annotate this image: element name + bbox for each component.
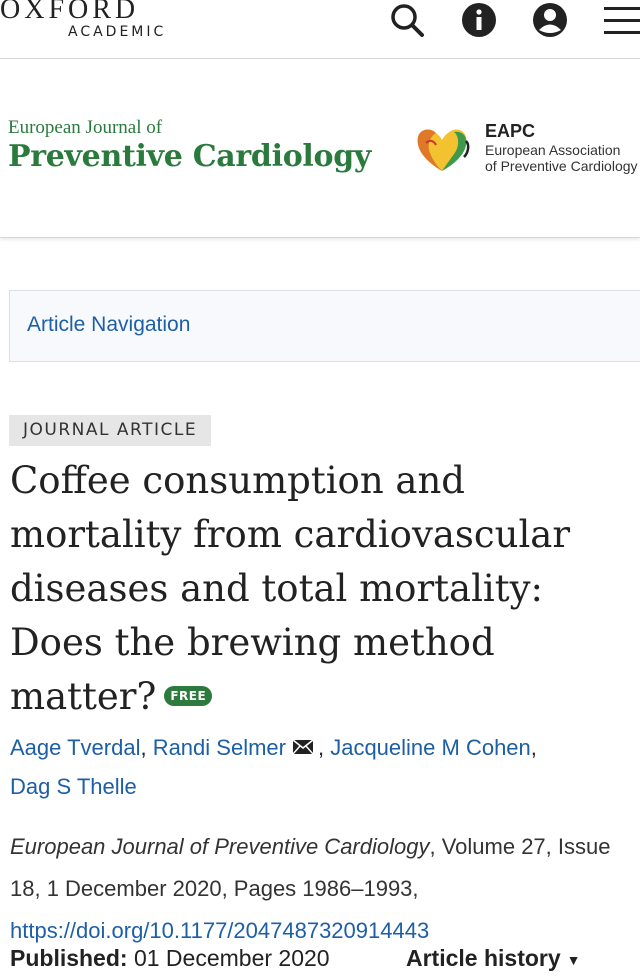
article-history-toggle[interactable]: Article history ▼ — [406, 945, 581, 972]
doi-link[interactable]: https://doi.org/10.1177/2047487320914443 — [10, 918, 429, 943]
eapc-name-line1: European Association — [485, 142, 621, 158]
top-bar: OXFORD ACADEMIC — [0, 0, 640, 59]
author-link[interactable]: Jacqueline M Cohen — [330, 735, 531, 760]
author-link[interactable]: Dag S Thelle — [10, 774, 137, 799]
chevron-down-icon: ▼ — [566, 951, 581, 968]
academic-logo-text[interactable]: ACADEMIC — [68, 24, 166, 40]
menu-icon[interactable] — [602, 2, 640, 40]
journal-name-small[interactable]: European Journal of — [8, 117, 162, 139]
email-icon[interactable] — [292, 739, 314, 755]
published-label: Published: — [10, 945, 128, 971]
free-badge: FREE — [164, 685, 213, 706]
citation: European Journal of Preventive Cardiolog… — [10, 826, 635, 952]
article-navigation-label[interactable]: Article Navigation — [27, 313, 190, 337]
search-icon[interactable] — [388, 2, 426, 40]
article-type-badge: JOURNAL ARTICLE — [9, 415, 212, 446]
oxford-logo[interactable]: OXFORD — [0, 0, 139, 26]
author-link[interactable]: Aage Tverdal — [10, 735, 140, 760]
published-date: 01 December 2020 — [133, 945, 330, 971]
article-title-text: Coffee consumption and mortality from ca… — [10, 459, 571, 718]
eapc-heart-logo[interactable] — [412, 121, 472, 177]
published-line: Published: 01 December 2020 — [10, 945, 330, 972]
article-history-label[interactable]: Article history — [406, 945, 561, 971]
eapc-abbreviation: EAPC — [485, 121, 536, 141]
account-icon[interactable] — [531, 2, 569, 40]
journal-header: European Journal of Preventive Cardiolog… — [0, 59, 640, 238]
author-link[interactable]: Randi Selmer — [153, 735, 286, 760]
article-navigation-bar[interactable]: Article Navigation — [9, 290, 640, 362]
article-title: Coffee consumption and mortality from ca… — [10, 454, 630, 724]
journal-name[interactable]: Preventive Cardiology — [8, 139, 371, 174]
author-list: Aage Tverdal, Randi Selmer , Jacqueline … — [10, 735, 537, 799]
eapc-name-line2: of Preventive Cardiology — [485, 158, 638, 174]
info-icon[interactable] — [460, 2, 498, 40]
citation-journal: European Journal of Preventive Cardiolog… — [10, 834, 430, 859]
